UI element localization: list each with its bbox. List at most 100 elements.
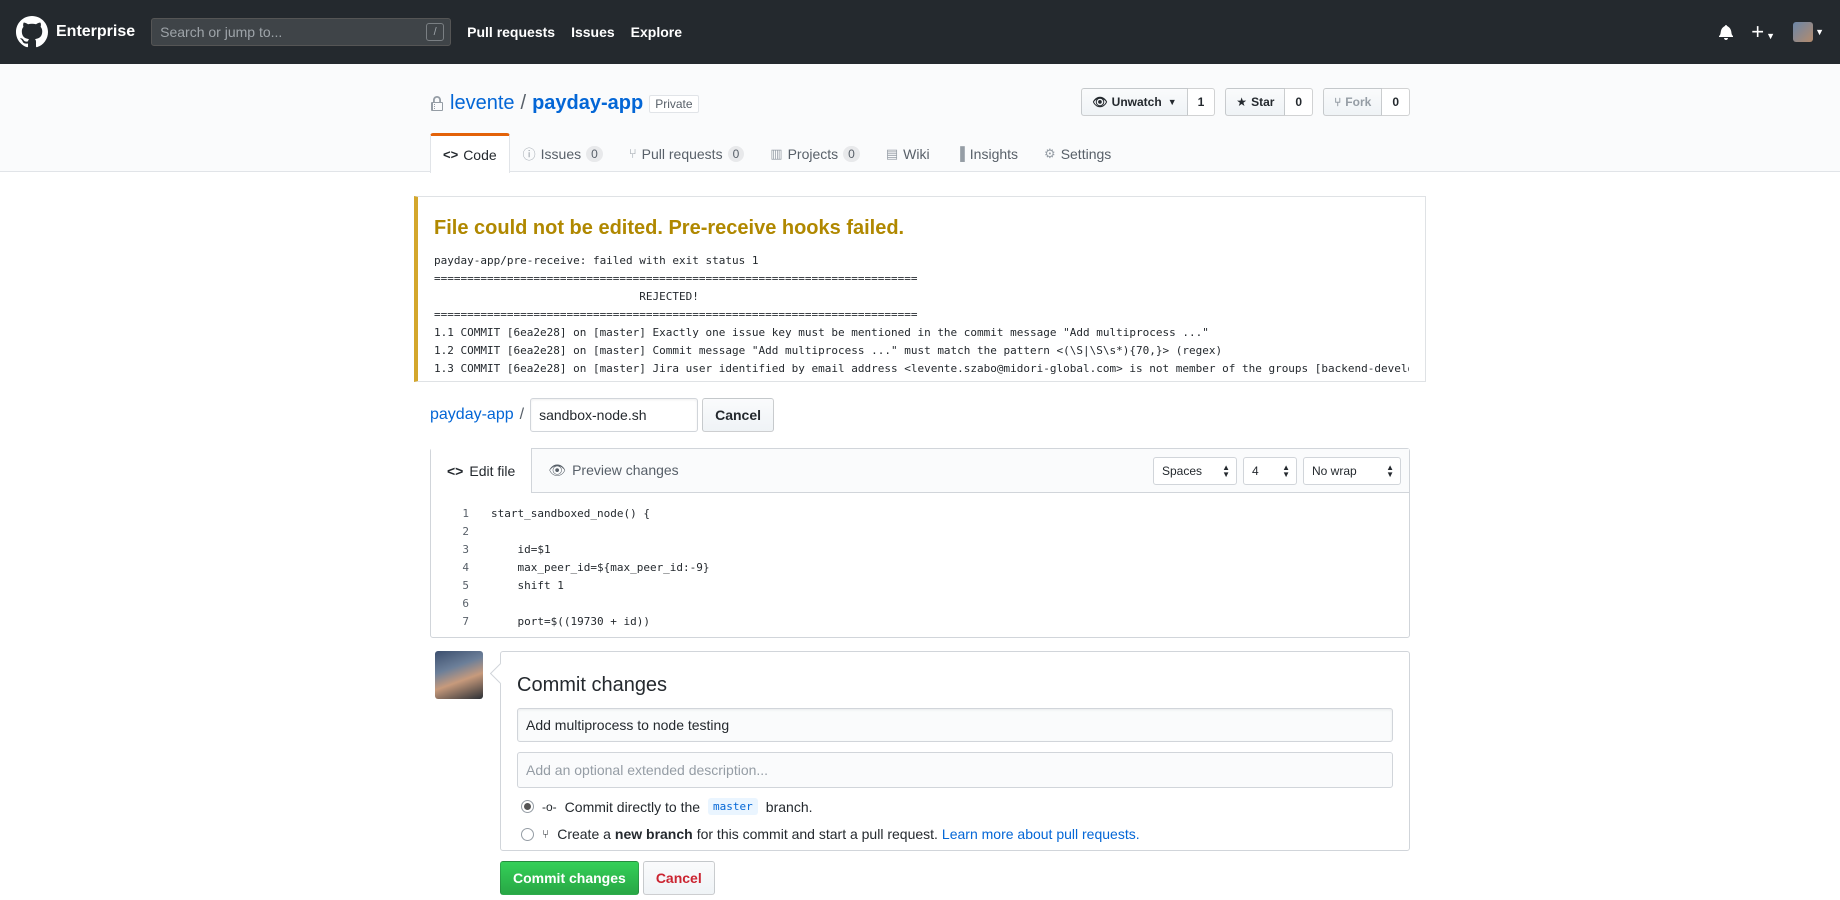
nav-explore[interactable]: Explore bbox=[631, 24, 682, 40]
book-icon: ▤ bbox=[885, 145, 899, 161]
eye-icon: 👁 bbox=[1092, 95, 1108, 109]
commit-summary-input[interactable]: Add multiprocess to node testing bbox=[517, 708, 1393, 742]
flash-line: ========================================… bbox=[434, 272, 918, 285]
code-line: 3 id=$1 bbox=[431, 541, 1409, 559]
fork-button[interactable]: ⑂ Fork bbox=[1323, 88, 1383, 116]
indent-size-select[interactable]: 4 ▲ ▼ bbox=[1243, 457, 1297, 485]
star-group: ★ Star 0 bbox=[1225, 88, 1314, 116]
git-commit-icon: -o- bbox=[542, 799, 557, 814]
line-text: id=$1 bbox=[491, 543, 551, 556]
line-number: 2 bbox=[462, 525, 469, 538]
radio-commit-direct[interactable] bbox=[521, 800, 534, 813]
tab-label: Issues bbox=[540, 145, 582, 162]
option-new-suffix: for this commit and start a pull request… bbox=[696, 826, 938, 842]
bell-icon[interactable] bbox=[1719, 24, 1734, 40]
cancel-commit-button[interactable]: Cancel bbox=[642, 861, 715, 895]
filename-input[interactable]: sandbox-node.sh bbox=[530, 398, 699, 432]
tab-projects[interactable]: ▥ Projects 0 bbox=[757, 133, 873, 173]
github-logo-icon[interactable] bbox=[16, 16, 48, 48]
line-number: 5 bbox=[462, 579, 469, 592]
tab-edit-file[interactable]: <> Edit file bbox=[431, 448, 533, 493]
code-line: 4 max_peer_id=${max_peer_id:-9} bbox=[431, 559, 1409, 577]
commit-direct-option[interactable]: -o- Commit directly to the master branch… bbox=[521, 798, 813, 815]
search-input[interactable]: Search or jump to... / bbox=[151, 18, 452, 46]
commit-new-branch-option[interactable]: ⑂ Create a new branch for this commit an… bbox=[521, 826, 1140, 842]
brand-name[interactable]: Enterprise bbox=[56, 23, 135, 41]
option-new-bold: new branch bbox=[614, 826, 693, 842]
create-new-menu[interactable]: + ▼ bbox=[1751, 21, 1775, 43]
select-value: Spaces bbox=[1162, 464, 1203, 478]
flash-line: 1.2 COMMIT [6ea2e28] on [master] Commit … bbox=[434, 344, 1223, 357]
breadcrumb-repo-link[interactable]: payday-app bbox=[430, 406, 514, 424]
line-number: 3 bbox=[462, 543, 469, 556]
code-line: 1 start_sandboxed_node() { bbox=[431, 505, 1409, 523]
tab-label: Edit file bbox=[469, 462, 516, 479]
flash-message: payday-app/pre-receive: failed with exit… bbox=[434, 252, 1409, 378]
line-number: 7 bbox=[462, 615, 469, 628]
tab-settings[interactable]: ⚙ Settings bbox=[1031, 133, 1124, 173]
line-number: 4 bbox=[462, 561, 469, 574]
tab-label: Code bbox=[463, 146, 497, 163]
repo-owner-link[interactable]: levente bbox=[450, 92, 515, 115]
main-container: File could not be edited. Pre-receive ho… bbox=[414, 196, 1426, 895]
unwatch-button[interactable]: 👁 Unwatch ▼ bbox=[1081, 88, 1188, 116]
repo-name-link[interactable]: payday-app bbox=[532, 92, 643, 115]
breadcrumb-separator: / bbox=[519, 406, 525, 423]
star-icon: ★ bbox=[1236, 95, 1248, 109]
commit-description-input[interactable]: Add an optional extended description... bbox=[517, 752, 1393, 788]
wrap-mode-select[interactable]: No wrap ▲ ▼ bbox=[1303, 457, 1401, 485]
learn-more-link[interactable]: Learn more about pull requests. bbox=[942, 826, 1140, 842]
star-count[interactable]: 0 bbox=[1285, 88, 1314, 116]
commit-form: Commit changes Add multiprocess to node … bbox=[500, 651, 1410, 851]
tab-preview-changes[interactable]: 👁 Preview changes bbox=[532, 448, 694, 492]
tab-wiki[interactable]: ▤ Wiki bbox=[873, 133, 943, 173]
user-menu[interactable]: ▼ bbox=[1793, 22, 1824, 42]
search-placeholder: Search or jump to... bbox=[160, 24, 283, 40]
line-text bbox=[469, 595, 491, 613]
code-area[interactable]: 1 start_sandboxed_node() { 2 3 id=$1 4 ma… bbox=[431, 493, 1409, 631]
repo-actions: 👁 Unwatch ▼ 1 ★ Star 0 ⑂ Fork 0 bbox=[1081, 88, 1410, 116]
code-icon: <> bbox=[447, 462, 464, 479]
option-new-prefix: Create a bbox=[557, 826, 611, 842]
nav-issues[interactable]: Issues bbox=[571, 24, 615, 40]
tab-pull-requests[interactable]: ⑂ Pull requests 0 bbox=[616, 133, 757, 173]
tab-code[interactable]: <> Code bbox=[430, 133, 510, 173]
code-line: 6 bbox=[431, 595, 1409, 613]
private-label: Private bbox=[649, 94, 699, 113]
gear-icon: ⚙ bbox=[1044, 145, 1056, 161]
unwatch-label: Unwatch bbox=[1111, 95, 1162, 109]
code-line: 5 shift 1 bbox=[431, 577, 1409, 595]
tab-counter: 0 bbox=[727, 145, 745, 162]
fork-icon: ⑂ bbox=[1334, 95, 1342, 109]
chevron-down-icon: ▼ bbox=[1167, 97, 1177, 107]
fork-group: ⑂ Fork 0 bbox=[1323, 88, 1410, 116]
watch-count[interactable]: 1 bbox=[1187, 88, 1216, 116]
watch-group: 👁 Unwatch ▼ 1 bbox=[1081, 88, 1216, 116]
cancel-edit-button[interactable]: Cancel bbox=[702, 398, 774, 432]
project-icon: ▥ bbox=[770, 145, 783, 161]
radio-new-branch[interactable] bbox=[521, 827, 534, 841]
commit-changes-button[interactable]: Commit changes bbox=[500, 861, 639, 895]
flash-line: payday-app/pre-receive: failed with exit… bbox=[434, 254, 759, 267]
star-button[interactable]: ★ Star bbox=[1225, 88, 1286, 116]
tab-insights[interactable]: ▐ Insights bbox=[943, 133, 1031, 173]
top-header: Enterprise Search or jump to... / Pull r… bbox=[0, 0, 1840, 64]
tab-label: Pull requests bbox=[641, 145, 723, 162]
editor-options: Spaces ▲ ▼ 4 ▲ ▼ No wrap ▲ ▼ bbox=[1153, 457, 1401, 485]
nav-pull-requests[interactable]: Pull requests bbox=[467, 24, 555, 40]
code-icon: <> bbox=[443, 147, 459, 162]
header-actions: + ▼ ▼ bbox=[1719, 21, 1824, 43]
line-text bbox=[469, 523, 491, 541]
select-value: 4 bbox=[1252, 464, 1259, 478]
fork-label: Fork bbox=[1345, 95, 1372, 109]
lock-icon bbox=[431, 95, 443, 111]
select-arrows-icon: ▲ ▼ bbox=[1282, 463, 1290, 479]
indent-mode-select[interactable]: Spaces ▲ ▼ bbox=[1153, 457, 1237, 485]
editor-header: <> Edit file 👁 Preview changes Spaces ▲ ▼… bbox=[431, 448, 1409, 493]
tab-label: Wiki bbox=[903, 145, 930, 162]
tab-issues[interactable]: ⓘ Issues 0 bbox=[510, 133, 616, 173]
fork-count[interactable]: 0 bbox=[1382, 88, 1410, 116]
flash-line: REJECTED! bbox=[434, 290, 699, 303]
branch-name: master bbox=[708, 798, 758, 815]
commit-form-actions: Commit changes Cancel bbox=[500, 861, 715, 895]
